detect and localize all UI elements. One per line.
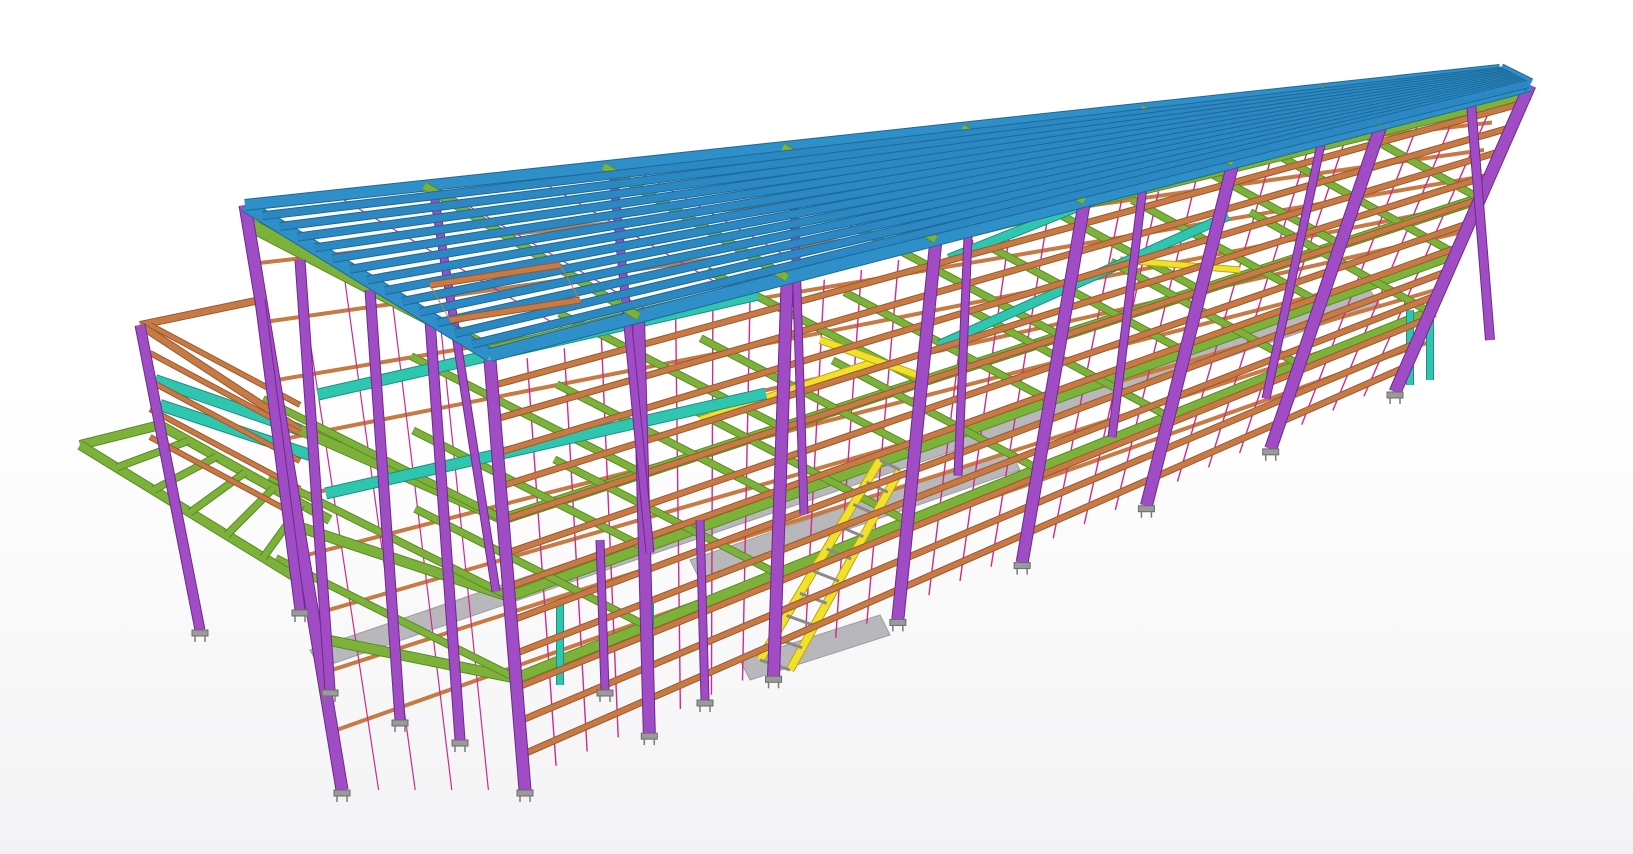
platform-joist[interactable] <box>188 470 247 515</box>
stair-column-2[interactable] <box>696 519 709 701</box>
base-plate-7[interactable] <box>1386 391 1404 399</box>
base-plate-2[interactable] <box>765 675 783 683</box>
base-plate-3[interactable] <box>889 618 907 626</box>
platform-column-outer[interactable] <box>135 324 205 631</box>
steel-structure-model[interactable] <box>0 0 1633 854</box>
base-plate-9[interactable] <box>321 689 339 697</box>
base-plate-8[interactable] <box>333 789 351 797</box>
secondary-beam-1[interactable] <box>324 388 767 499</box>
stair-tread[interactable] <box>786 614 815 627</box>
base-plate-0[interactable] <box>516 789 534 797</box>
base-plate-6[interactable] <box>1262 448 1280 456</box>
model-viewport[interactable] <box>0 0 1633 854</box>
base-plate-12[interactable] <box>191 629 209 637</box>
base-plate-11[interactable] <box>451 739 469 747</box>
base-plate-1[interactable] <box>640 732 658 740</box>
stair-tread[interactable] <box>812 569 840 583</box>
stair-column-1[interactable] <box>596 539 609 691</box>
platform-frame-top[interactable] <box>139 297 261 328</box>
base-plate-4[interactable] <box>1013 562 1031 570</box>
platform-beam-back[interactable] <box>79 421 161 449</box>
base-plate-5[interactable] <box>1137 505 1155 513</box>
base-plate-10[interactable] <box>391 719 409 727</box>
base-plate-15[interactable] <box>696 699 714 707</box>
platform-joist[interactable] <box>224 486 276 538</box>
base-plate-14[interactable] <box>596 689 614 697</box>
base-plate-13[interactable] <box>291 609 309 617</box>
